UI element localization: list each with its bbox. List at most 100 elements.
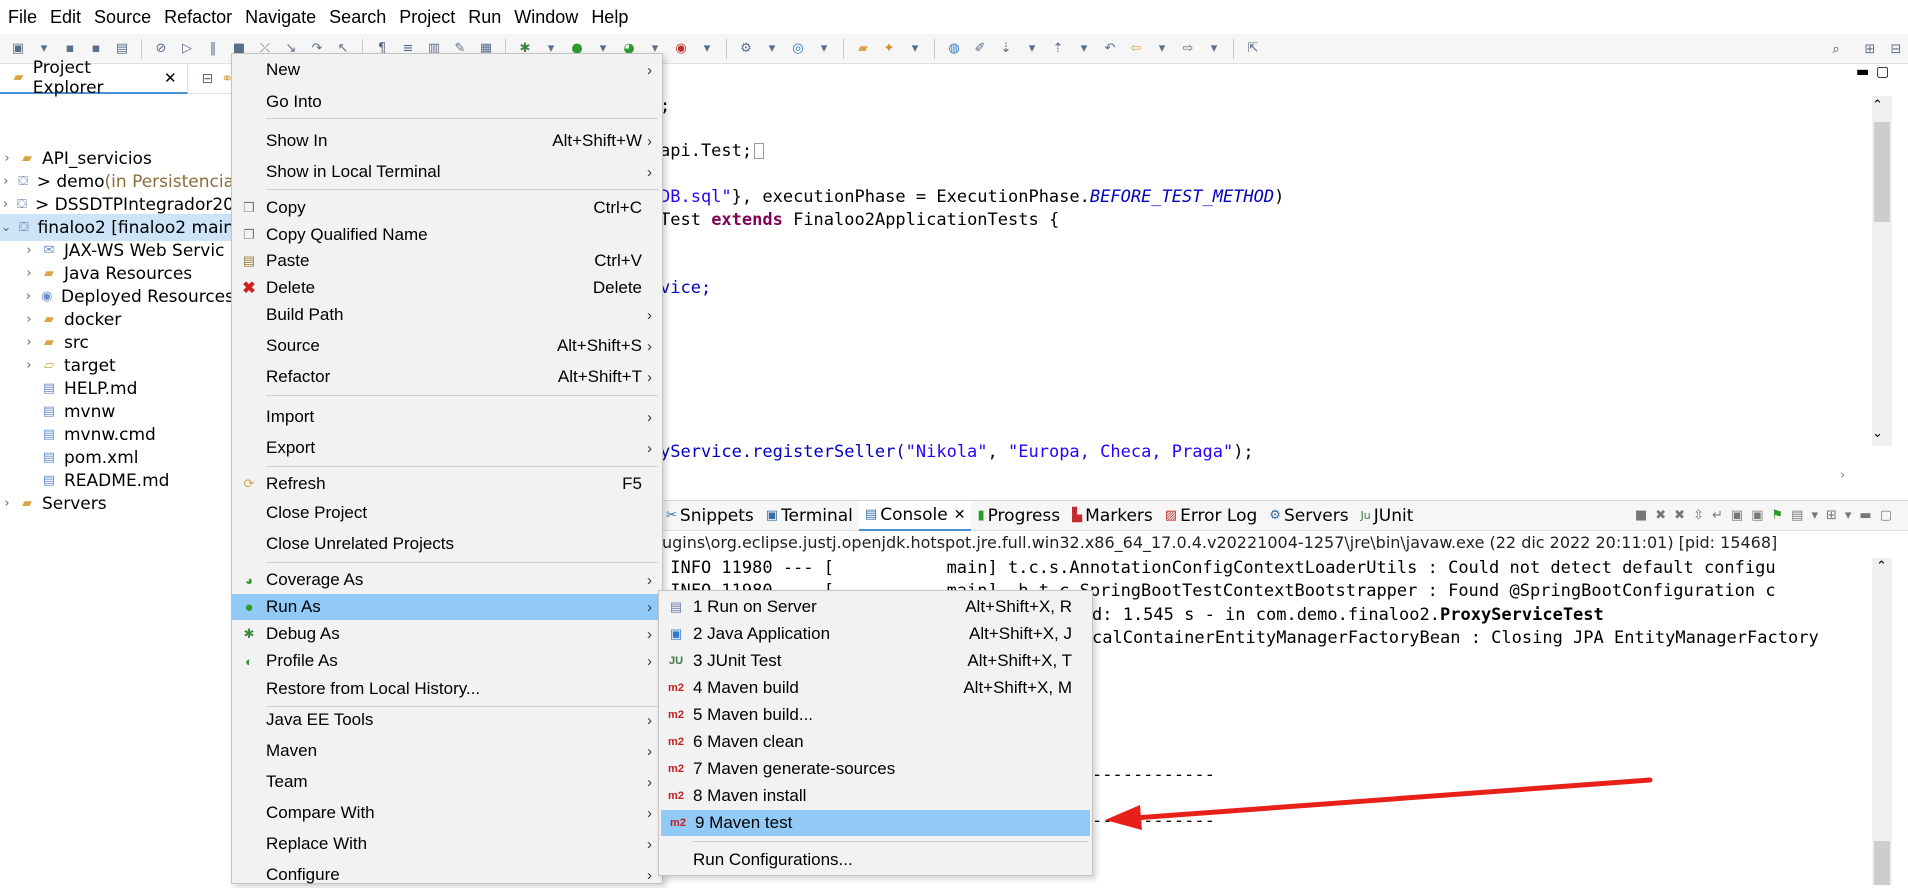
menu-item-configure[interactable]: Configure › [232, 862, 662, 888]
menu-refactor[interactable]: Refactor [160, 7, 241, 28]
dropdown-icon[interactable]: ▾ [1023, 40, 1041, 58]
menu-item-java-application[interactable]: ▣ 2 Java Application Alt+Shift+X, J [659, 621, 1092, 647]
menu-navigate[interactable]: Navigate [241, 7, 325, 28]
menu-item-copy-qualified-name[interactable]: ❐ Copy Qualified Name [232, 222, 662, 248]
menu-item-maven-generate-sources[interactable]: m2 7 Maven generate-sources [659, 756, 1092, 782]
dropdown-icon[interactable]: ▾ [906, 40, 924, 58]
chevron-down-icon[interactable]: ⌄ [0, 220, 12, 235]
last-edit-icon[interactable]: ↶ [1101, 40, 1119, 58]
open-task-icon[interactable]: ✦ [880, 40, 898, 58]
new-icon[interactable]: ▣ [9, 40, 27, 58]
chevron-right-icon[interactable]: › [22, 266, 36, 281]
tab-error-log[interactable]: ▨ Error Log [1159, 501, 1264, 531]
scroll-down-icon[interactable]: ⌄ [1872, 426, 1883, 441]
menu-item-paste[interactable]: ▤ Paste Ctrl+V [232, 248, 662, 274]
menu-item-export[interactable]: Export › [232, 435, 662, 461]
menu-item-restore-history[interactable]: Restore from Local History... [232, 676, 662, 702]
menu-item-show-in-local-terminal[interactable]: Show in Local Terminal › [232, 159, 662, 185]
menu-item-coverage-as[interactable]: ◕ Coverage As › [232, 567, 662, 593]
next-annotation-icon[interactable]: ⇣ [997, 40, 1015, 58]
menu-item-junit-test[interactable]: JU 3 JUnit Test Alt+Shift+X, T [659, 648, 1092, 674]
skip-breakpoints-icon[interactable]: ⊘ [152, 40, 170, 58]
minimize-editor-icon[interactable]: ▬ [1856, 64, 1869, 80]
menu-item-source[interactable]: Source Alt+Shift+S › [232, 333, 662, 359]
tab-markers[interactable]: ▙ Markers [1066, 501, 1159, 531]
menu-item-refactor[interactable]: Refactor Alt+Shift+T › [232, 364, 662, 390]
menu-search[interactable]: Search [325, 7, 395, 28]
dropdown-icon[interactable]: ▾ [763, 40, 781, 58]
close-icon[interactable]: ✕ [954, 507, 966, 523]
show-on-error-icon[interactable]: ▣ [1751, 508, 1763, 523]
pin-console-icon[interactable]: ⚑ [1771, 508, 1783, 523]
dropdown-icon[interactable]: ▾ [815, 40, 833, 58]
editor-scrollbar-thumb[interactable] [1874, 122, 1890, 222]
menu-help[interactable]: Help [587, 7, 637, 28]
console-scrollbar-thumb[interactable] [1874, 841, 1890, 885]
menu-item-run-configurations[interactable]: Run Configurations... [659, 847, 1092, 873]
chevron-right-icon[interactable]: › [0, 197, 11, 212]
menu-item-import[interactable]: Import › [232, 404, 662, 430]
menu-item-refresh[interactable]: ⟳ Refresh F5 [232, 471, 662, 497]
menu-item-run-as[interactable]: ● Run As › [232, 594, 662, 620]
scroll-lock-icon[interactable]: ⇳ [1693, 508, 1704, 523]
menu-item-build-path[interactable]: Build Path › [232, 302, 662, 328]
chevron-right-icon[interactable]: › [0, 151, 14, 166]
menu-item-maven-install[interactable]: m2 8 Maven install [659, 783, 1092, 809]
back-icon[interactable]: ⇦ [1127, 40, 1145, 58]
minimize-view-icon[interactable]: ▬ [1859, 508, 1871, 523]
annotation-icon[interactable]: ✐ [971, 40, 989, 58]
tab-junit[interactable]: Ju JUnit [1355, 501, 1420, 531]
terminal-icon[interactable]: ▤ [113, 40, 131, 58]
menu-item-go-into[interactable]: Go Into [232, 89, 662, 115]
tab-servers[interactable]: ⚙ Servers [1263, 501, 1354, 531]
save-all-icon[interactable]: ▪ [87, 40, 105, 58]
tab-snippets[interactable]: ✂ Snippets [660, 501, 760, 531]
terminate-icon[interactable]: ■ [1635, 508, 1647, 523]
console-scrollbar[interactable] [1872, 558, 1892, 885]
chevron-right-icon[interactable]: › [22, 335, 36, 350]
menu-item-java-ee-tools[interactable]: Java EE Tools › [232, 707, 662, 733]
remove-all-icon[interactable]: ✖ [1674, 508, 1685, 523]
collapse-all-icon[interactable]: ⊟ [202, 71, 214, 87]
menu-item-run-on-server[interactable]: ▤ 1 Run on Server Alt+Shift+X, R [659, 594, 1092, 620]
java-ee-perspective-icon[interactable]: ⊟ [1887, 40, 1905, 58]
tree-item-servers[interactable]: › ▰ Servers [0, 490, 234, 517]
open-type-icon[interactable]: ▰ [854, 40, 872, 58]
display-console-icon[interactable]: ▤ [1791, 508, 1803, 523]
horizontal-scroll-right-icon[interactable]: › [1840, 468, 1845, 483]
menu-item-maven-test[interactable]: m2 9 Maven test [661, 810, 1090, 836]
suspend-icon[interactable]: ‖ [204, 40, 222, 58]
menu-item-maven-build[interactable]: m2 4 Maven build Alt+Shift+X, M [659, 675, 1092, 701]
menu-item-close-unrelated-projects[interactable]: Close Unrelated Projects [232, 531, 662, 557]
dropdown-icon[interactable]: ▾ [1205, 40, 1223, 58]
chevron-right-icon[interactable]: › [0, 496, 14, 511]
menu-edit[interactable]: Edit [46, 7, 90, 28]
dropdown-icon[interactable]: ▾ [1075, 40, 1093, 58]
open-perspective-icon[interactable]: ⊞ [1861, 40, 1879, 58]
menu-item-copy[interactable]: ❐ Copy Ctrl+C [232, 195, 662, 221]
show-on-output-icon[interactable]: ▣ [1731, 508, 1743, 523]
chevron-right-icon[interactable]: › [22, 358, 36, 373]
save-icon[interactable]: ▪ [61, 40, 79, 58]
menu-item-close-project[interactable]: Close Project [232, 500, 662, 526]
new-server-icon[interactable]: ⚙ [737, 40, 755, 58]
dropdown-icon[interactable]: ▾ [1845, 508, 1852, 523]
tab-project-explorer[interactable]: ▰ Project Explorer ✕ [0, 58, 188, 98]
menu-item-debug-as[interactable]: ✱ Debug As › [232, 621, 662, 647]
menu-window[interactable]: Window [510, 7, 587, 28]
forward-icon[interactable]: ⇨ [1179, 40, 1197, 58]
dropdown-icon[interactable]: ▾ [1811, 508, 1818, 523]
scroll-up-icon[interactable]: ⌃ [1876, 559, 1887, 574]
chevron-right-icon[interactable]: › [22, 289, 35, 304]
new-class-icon[interactable]: ◎ [789, 40, 807, 58]
chevron-right-icon[interactable]: › [22, 243, 36, 258]
prev-annotation-icon[interactable]: ⇡ [1049, 40, 1067, 58]
menu-source[interactable]: Source [90, 7, 160, 28]
menu-item-new[interactable]: New › [232, 57, 662, 83]
menu-item-replace-with[interactable]: Replace With › [232, 831, 662, 857]
word-wrap-icon[interactable]: ↵ [1712, 508, 1723, 523]
menu-item-delete[interactable]: ✖ Delete Delete [232, 275, 662, 301]
chevron-right-icon[interactable]: › [22, 312, 36, 327]
external-tools-icon[interactable]: ◉ [672, 40, 690, 58]
maximize-view-icon[interactable]: ▢ [1880, 508, 1892, 523]
